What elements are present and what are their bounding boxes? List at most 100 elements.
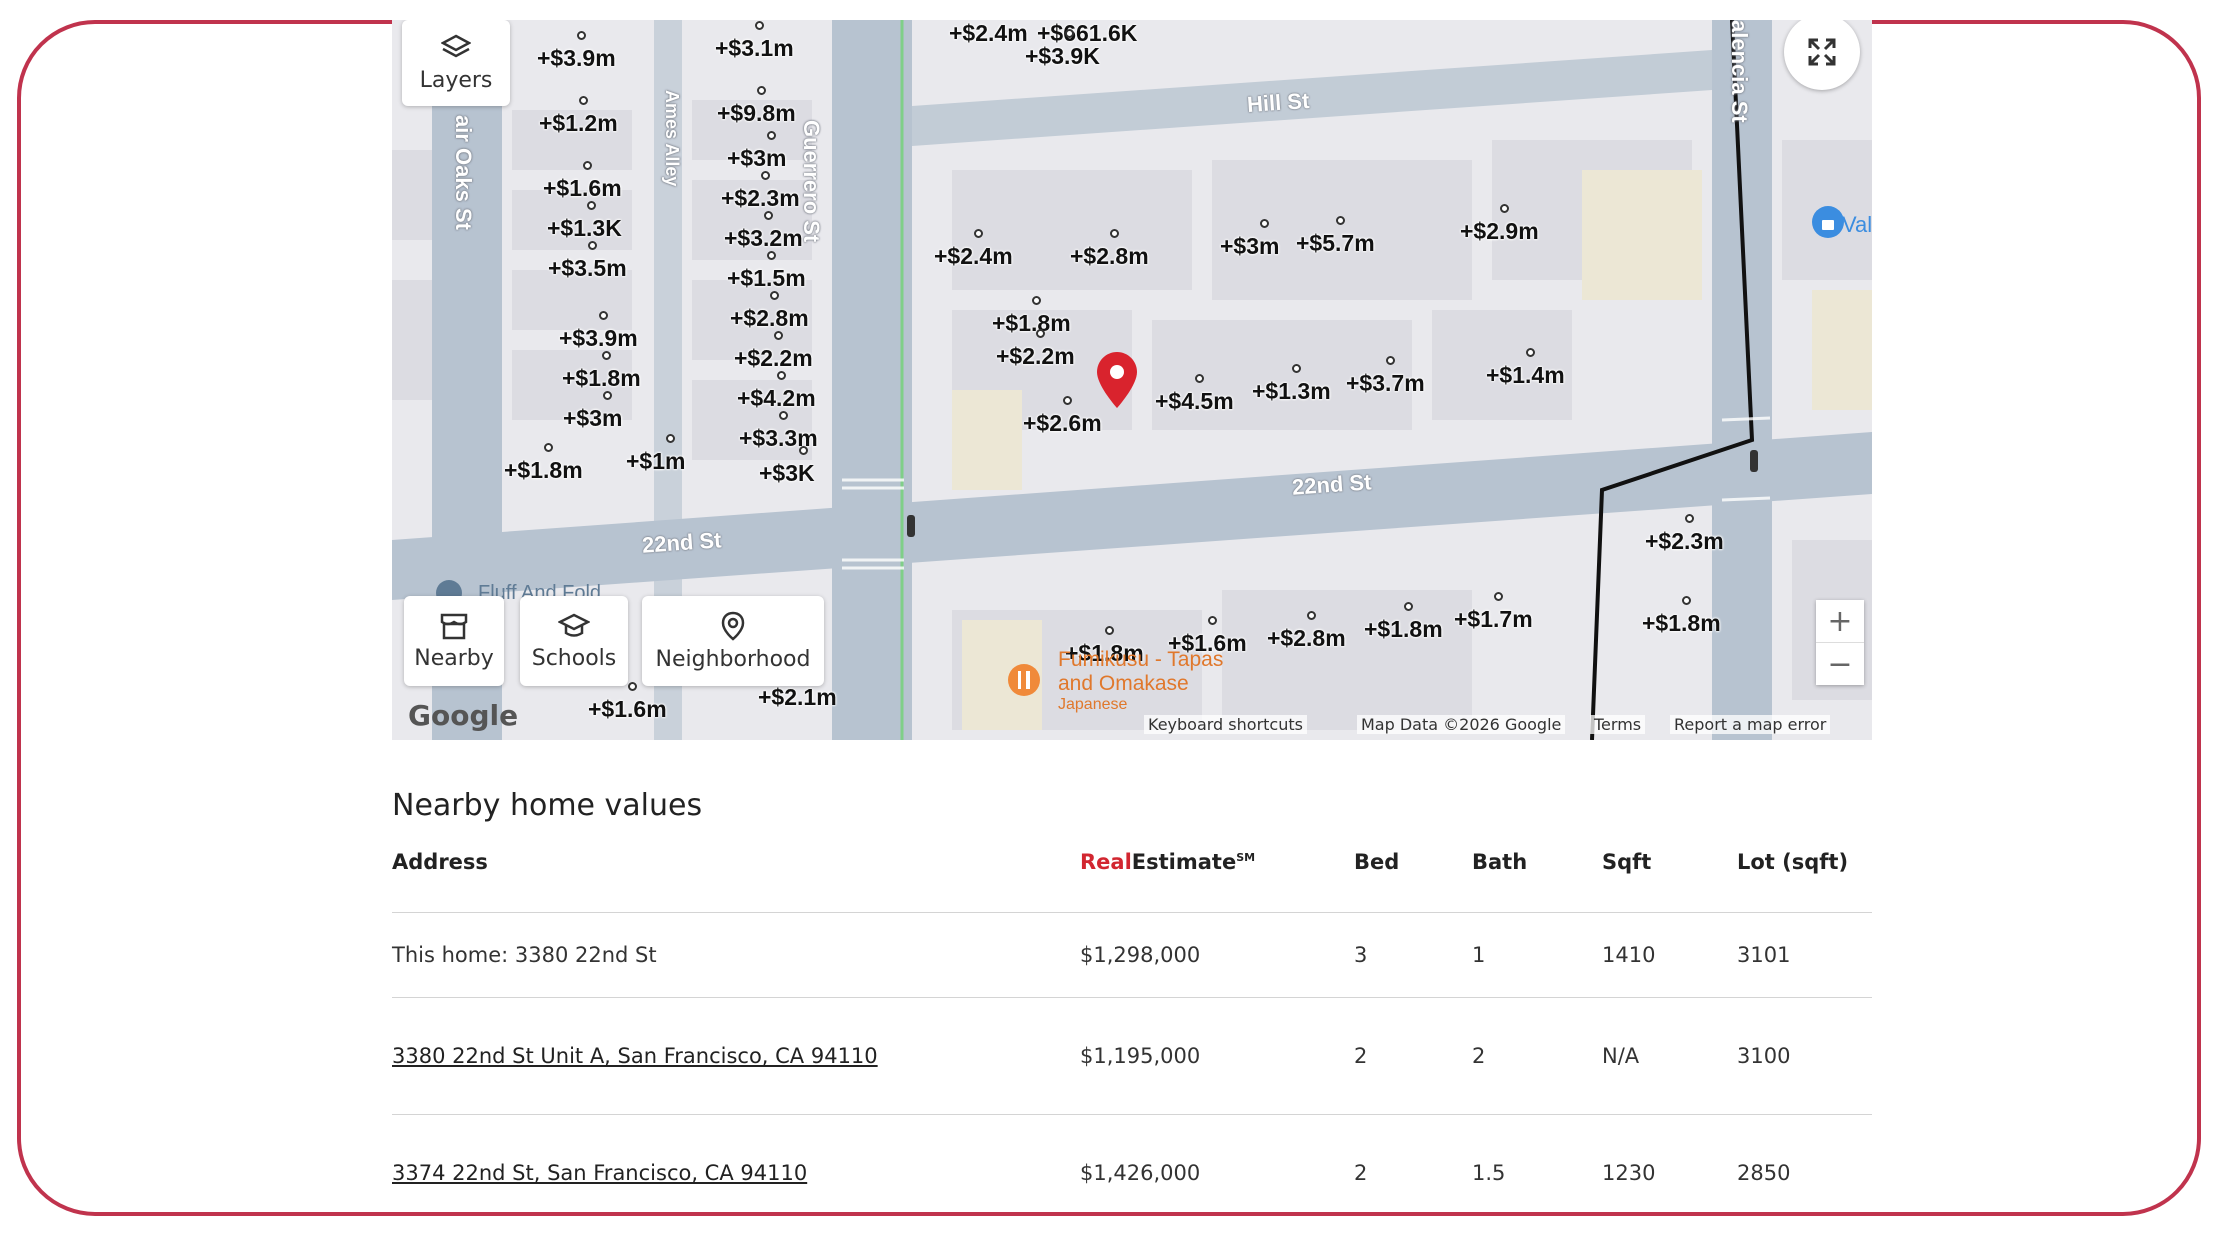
price-marker-label[interactable]: +$2.2m [996, 343, 1075, 370]
price-marker-dot[interactable] [779, 411, 788, 420]
price-marker-dot[interactable] [666, 434, 675, 443]
price-marker-label[interactable]: +$1.6m [588, 696, 667, 723]
val-label[interactable]: Val [1842, 212, 1872, 238]
price-marker-label[interactable]: +$3.9m [559, 325, 638, 352]
price-marker-label[interactable]: +$1.8m [1364, 616, 1443, 643]
price-marker-dot[interactable] [579, 96, 588, 105]
price-marker-label[interactable]: +$1.6m [543, 175, 622, 202]
price-marker-dot[interactable] [770, 291, 779, 300]
price-marker-dot[interactable] [757, 86, 766, 95]
row-address-link[interactable]: 3374 22nd St, San Francisco, CA 94110 [392, 1161, 807, 1185]
price-marker-label[interactable]: +$1.8m [562, 365, 641, 392]
price-marker-label[interactable]: +$2.9m [1460, 218, 1539, 245]
keyboard-shortcuts-link[interactable]: Keyboard shortcuts [1144, 715, 1307, 734]
price-marker-label[interactable]: +$1m [626, 448, 685, 475]
price-marker-dot[interactable] [1105, 626, 1114, 635]
price-marker-label[interactable]: +$2.4m [949, 20, 1028, 47]
price-marker-label[interactable]: +$2.3m [721, 185, 800, 212]
price-marker-dot[interactable] [588, 241, 597, 250]
schools-button[interactable]: Schools [520, 596, 628, 686]
price-marker-dot[interactable] [1065, 29, 1074, 38]
price-marker-label[interactable]: +$4.5m [1155, 388, 1234, 415]
price-marker-label[interactable]: +$1.3K [547, 215, 622, 242]
price-marker-dot[interactable] [1526, 348, 1535, 357]
price-marker-label[interactable]: +$1.8m [1642, 610, 1721, 637]
price-marker-label[interactable]: +$1.8m [992, 310, 1071, 337]
price-marker-dot[interactable] [761, 171, 770, 180]
row-address-link[interactable]: 3380 22nd St Unit A, San Francisco, CA 9… [392, 1044, 878, 1068]
price-marker-label[interactable]: +$2.8m [1070, 243, 1149, 270]
price-marker-label[interactable]: +$1.7m [1454, 606, 1533, 633]
zoom-control[interactable]: + − [1816, 600, 1864, 685]
restaurant-name[interactable]: Fumikusu - Tapas and Omakase [1058, 648, 1248, 696]
price-marker-label[interactable]: +$2.2m [734, 345, 813, 372]
price-marker-label[interactable]: +$3m [1220, 233, 1279, 260]
price-marker-dot[interactable] [1110, 229, 1119, 238]
val-poi-icon[interactable] [1810, 204, 1846, 240]
price-marker-dot[interactable] [544, 443, 553, 452]
price-marker-label[interactable]: +$3.1m [715, 35, 794, 62]
price-marker-dot[interactable] [603, 391, 612, 400]
layers-button[interactable]: Layers [402, 20, 510, 106]
price-marker-label[interactable]: +$3.9K [1025, 43, 1100, 70]
price-marker-dot[interactable] [1063, 396, 1072, 405]
price-marker-label[interactable]: +$9.8m [717, 100, 796, 127]
price-marker-dot[interactable] [774, 331, 783, 340]
price-marker-dot[interactable] [767, 251, 776, 260]
price-marker-label[interactable]: +$3m [727, 145, 786, 172]
price-marker-dot[interactable] [628, 682, 637, 691]
price-marker-dot[interactable] [1032, 296, 1041, 305]
price-marker-dot[interactable] [1195, 374, 1204, 383]
report-map-error-link[interactable]: Report a map error [1670, 715, 1831, 734]
restaurant-icon[interactable] [1006, 662, 1042, 698]
price-marker-dot[interactable] [755, 21, 764, 30]
price-marker-label[interactable]: +$3.2m [724, 225, 803, 252]
price-marker-dot[interactable] [1500, 204, 1509, 213]
price-marker-dot[interactable] [1307, 611, 1316, 620]
price-marker-dot[interactable] [1336, 216, 1345, 225]
price-marker-dot[interactable] [577, 31, 586, 40]
price-marker-dot[interactable] [1036, 329, 1045, 338]
price-marker-label[interactable]: +$3m [563, 405, 622, 432]
terms-link[interactable]: Terms [1590, 715, 1646, 734]
price-marker-dot[interactable] [767, 131, 776, 140]
price-marker-dot[interactable] [974, 229, 983, 238]
price-marker-dot[interactable] [599, 311, 608, 320]
price-marker-label[interactable]: +$1.5m [727, 265, 806, 292]
price-marker-dot[interactable] [1682, 596, 1691, 605]
neighborhood-button[interactable]: Neighborhood [642, 596, 824, 686]
price-marker-label[interactable]: +$1.2m [539, 110, 618, 137]
price-marker-label[interactable]: +$2.8m [1267, 625, 1346, 652]
price-marker-dot[interactable] [587, 201, 596, 210]
price-marker-label[interactable]: +$3.9m [537, 45, 616, 72]
price-marker-label[interactable]: +$2.3m [1645, 528, 1724, 555]
price-marker-label[interactable]: +$2.6m [1023, 410, 1102, 437]
price-marker-label[interactable]: +$4.2m [737, 385, 816, 412]
zoom-out-button[interactable]: − [1816, 642, 1864, 685]
price-marker-dot[interactable] [602, 351, 611, 360]
price-marker-label[interactable]: +$3K [759, 460, 815, 487]
nearby-button[interactable]: Nearby [404, 596, 504, 686]
zoom-in-button[interactable]: + [1816, 600, 1864, 642]
price-marker-dot[interactable] [1208, 616, 1217, 625]
price-marker-dot[interactable] [764, 211, 773, 220]
price-marker-label[interactable]: +$2.4m [934, 243, 1013, 270]
map-view[interactable]: Hill St Guerrero St Ames Alley air Oaks … [392, 20, 1872, 740]
price-marker-label[interactable]: +$3.7m [1346, 370, 1425, 397]
price-marker-dot[interactable] [583, 161, 592, 170]
price-marker-label[interactable]: +$2.8m [730, 305, 809, 332]
price-marker-dot[interactable] [1404, 602, 1413, 611]
price-marker-dot[interactable] [1685, 514, 1694, 523]
price-marker-label[interactable]: +$1.3m [1252, 378, 1331, 405]
price-marker-dot[interactable] [1494, 592, 1503, 601]
price-marker-dot[interactable] [1260, 219, 1269, 228]
price-marker-dot[interactable] [1292, 364, 1301, 373]
price-marker-label[interactable]: +$1.4m [1486, 362, 1565, 389]
price-marker-dot[interactable] [799, 446, 808, 455]
price-marker-label[interactable]: +$3.5m [548, 255, 627, 282]
price-marker-label[interactable]: +$5.7m [1296, 230, 1375, 257]
price-marker-label[interactable]: +$1.8m [504, 457, 583, 484]
location-pin-icon[interactable] [1097, 352, 1137, 408]
price-marker-dot[interactable] [777, 371, 786, 380]
price-marker-label[interactable]: +$2.1m [758, 684, 837, 711]
